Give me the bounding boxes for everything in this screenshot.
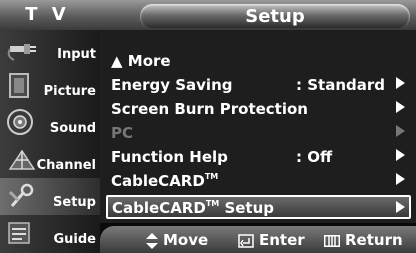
menu-item-label-suffix: Setup: [219, 199, 275, 217]
sidebar-item-guide[interactable]: Guide: [0, 215, 100, 252]
menu-item-value: : Standard: [296, 76, 385, 94]
more-label: More: [127, 52, 171, 70]
menu-item-value: : Off: [296, 148, 333, 166]
menu-item-cablecard-setup[interactable]: CableCARDTM Setup: [106, 195, 411, 219]
antenna-icon: [8, 149, 36, 170]
menu-item-cablecard[interactable]: CableCARDTM: [111, 169, 411, 193]
right-arrow-icon: [396, 101, 405, 113]
sidebar: Input Picture Sound Channel Setup Guide: [0, 30, 100, 253]
right-arrow-icon: [396, 201, 405, 213]
menu-item-label: CableCARD: [111, 172, 205, 190]
more-up-item[interactable]: ▲ More: [111, 49, 411, 73]
menu-item-label: Function Help: [111, 148, 228, 166]
page-title: Setup: [245, 6, 305, 27]
sidebar-item-label: Guide: [53, 232, 96, 247]
sidebar-item-label: Picture: [43, 84, 96, 99]
menu-item-energy-saving[interactable]: Energy Saving : Standard: [111, 73, 411, 97]
sidebar-item-sound[interactable]: Sound: [0, 104, 100, 141]
enter-hint: Enter: [238, 231, 305, 249]
sidebar-item-label: Setup: [53, 195, 96, 210]
menu-item-screen-burn-protection[interactable]: Screen Burn Protection: [111, 97, 411, 121]
input-plug-icon: [7, 44, 36, 61]
move-hint: Move: [146, 231, 208, 249]
menu-item-pc: PC: [111, 121, 411, 145]
up-down-arrow-icon: [146, 232, 158, 249]
move-label: Move: [163, 231, 209, 249]
right-arrow-icon: [396, 149, 405, 161]
sidebar-item-label: Channel: [36, 158, 96, 173]
sidebar-item-picture[interactable]: Picture: [0, 67, 100, 104]
enter-key-icon: [238, 233, 254, 248]
tv-osd-screen: T V Setup Input Picture Sound Channel Se…: [0, 0, 416, 253]
right-arrow-icon: [396, 173, 405, 185]
return-label: Return: [345, 231, 403, 249]
return-hint: Return: [324, 231, 403, 249]
picture-frame-icon: [9, 73, 29, 98]
return-menu-icon: [324, 234, 340, 247]
sidebar-item-setup[interactable]: Setup: [0, 178, 100, 215]
menu-item-label: Screen Burn Protection: [111, 100, 308, 118]
trademark-mark: TM: [204, 172, 219, 181]
program-guide-icon: [8, 222, 30, 244]
menu-item-label: PC: [111, 124, 134, 142]
trademark-mark: TM: [205, 199, 220, 208]
sidebar-item-input[interactable]: Input: [0, 30, 100, 67]
sidebar-item-label: Sound: [49, 121, 96, 136]
up-triangle-icon: ▲: [111, 52, 123, 70]
button-hint-bar: Move Enter Return: [100, 226, 416, 253]
top-bar: T V Setup: [0, 0, 416, 30]
menu-item-label: Energy Saving: [111, 76, 233, 94]
source-label: T V: [25, 4, 70, 25]
menu-item-label: CableCARD: [112, 199, 206, 217]
menu-item-function-help[interactable]: Function Help : Off: [111, 145, 411, 169]
enter-label: Enter: [259, 231, 305, 249]
sidebar-item-channel[interactable]: Channel: [0, 141, 100, 178]
speaker-icon: [7, 109, 33, 135]
setup-wrench-icon: [8, 183, 34, 207]
right-arrow-icon: [396, 125, 405, 137]
setup-menu: ▲ More Energy Saving : Standard Screen B…: [100, 30, 416, 223]
right-arrow-icon: [396, 77, 405, 89]
title-pill: Setup: [140, 4, 410, 29]
sidebar-item-label: Input: [57, 47, 96, 62]
